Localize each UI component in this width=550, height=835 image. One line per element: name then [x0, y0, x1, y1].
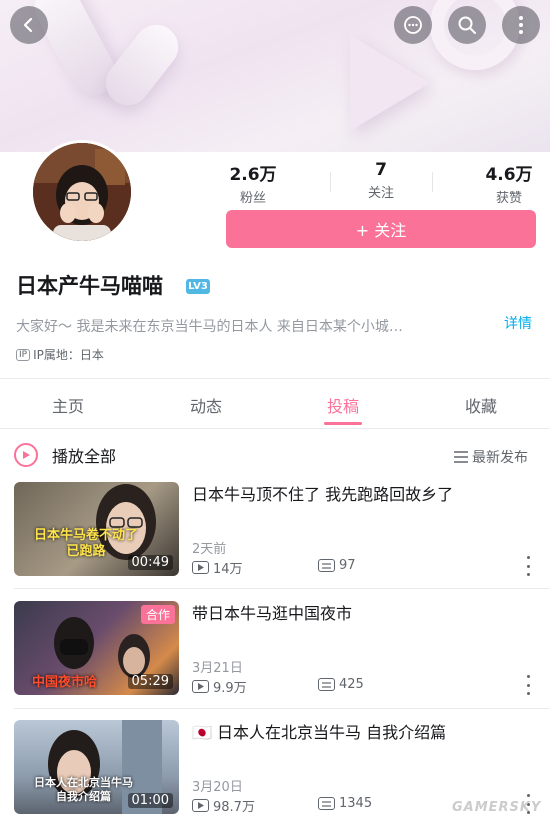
stat-value: 2.6万	[229, 165, 277, 185]
video-danmu: 425	[318, 677, 364, 692]
tab-uploads[interactable]: 投稿	[303, 393, 383, 417]
username: 日本产牛马喵喵	[16, 274, 163, 298]
level-badge: LV3	[186, 279, 210, 294]
video-plays: 14万	[192, 558, 243, 577]
danmu-icon	[318, 678, 335, 691]
collab-badge: 合作	[140, 605, 175, 624]
video-plays: 9.9万	[192, 677, 247, 696]
more-icon	[519, 16, 523, 34]
stat-following[interactable]: 7 关注	[326, 160, 436, 201]
divider	[14, 588, 550, 589]
video-duration: 00:49	[127, 555, 173, 570]
play-count-icon	[192, 799, 209, 812]
video-thumbnail[interactable]: 合作 中国夜市哈 05:29	[14, 601, 179, 695]
video-danmu: 97	[318, 558, 356, 573]
video-duration: 05:29	[127, 674, 173, 689]
video-more-icon[interactable]	[524, 556, 532, 576]
play-count: 14万	[213, 562, 243, 577]
detail-link[interactable]: 详情	[504, 313, 532, 333]
bio-text: 大家好～ 我是未来在东京当牛马的日本人 来自日本某个小城…	[16, 319, 403, 335]
search-icon	[458, 16, 476, 34]
thumbnail-caption: 日本牛马卷不动了 已跑路	[34, 528, 139, 559]
more-button[interactable]	[502, 6, 540, 44]
ip-text: IP属地：日本	[33, 348, 104, 362]
message-icon	[404, 16, 422, 34]
play-icon	[14, 443, 38, 467]
avatar[interactable]	[30, 140, 134, 244]
thumbnail-caption: 日本人在北京当牛马 自我介绍篇	[34, 776, 133, 803]
stat-value: 4.6万	[485, 165, 533, 185]
tab-indicator	[324, 422, 362, 425]
video-item[interactable]: 合作 中国夜市哈 05:29 带日本牛马逛中国夜市 3月21日 9.9万 425	[0, 601, 550, 716]
play-count: 98.7万	[213, 800, 255, 815]
danmu-count: 425	[339, 677, 364, 692]
video-item[interactable]: 日本牛马卷不动了 已跑路 00:49 日本牛马顶不住了 我先跑路回故乡了 2天前…	[0, 482, 550, 597]
ip-location: IP IP属地：日本	[16, 346, 104, 363]
stat-fans[interactable]: 2.6万 粉丝	[198, 160, 308, 206]
danmu-count: 1345	[339, 796, 373, 811]
watermark: GAMERSKY	[452, 800, 542, 815]
message-button[interactable]	[394, 6, 432, 44]
video-title[interactable]: 🇯🇵 日本人在北京当牛马 自我介绍篇	[192, 722, 532, 744]
sort-icon	[454, 451, 468, 463]
divider	[0, 378, 550, 379]
tab-dynamic[interactable]: 动态	[166, 393, 246, 417]
stat-value: 7	[375, 160, 387, 180]
danmu-icon	[318, 797, 335, 810]
video-thumbnail[interactable]: 日本牛马卷不动了 已跑路 00:49	[14, 482, 179, 576]
video-date: 2天前	[192, 542, 227, 557]
play-all-button[interactable]: 播放全部	[14, 443, 116, 467]
sort-button[interactable]: 最新发布	[454, 447, 528, 467]
play-count-icon	[192, 561, 209, 574]
stat-likes[interactable]: 4.6万 获赞	[454, 160, 550, 206]
video-more-icon[interactable]	[524, 675, 532, 695]
stat-label: 粉丝	[239, 191, 266, 206]
video-date: 3月21日	[192, 661, 243, 676]
danmu-icon	[318, 559, 335, 572]
stat-label: 关注	[367, 186, 394, 201]
video-date: 3月20日	[192, 780, 243, 795]
tab-home[interactable]: 主页	[28, 393, 108, 417]
video-danmu: 1345	[318, 796, 372, 811]
video-duration: 01:00	[127, 793, 173, 808]
divider	[0, 428, 550, 429]
play-all-label: 播放全部	[52, 447, 117, 466]
video-thumbnail[interactable]: 日本人在北京当牛马 自我介绍篇 01:00	[14, 720, 179, 814]
back-arrow-icon	[23, 17, 33, 33]
thumbnail-caption: 中国夜市哈	[32, 675, 98, 690]
profile-stats: 2.6万 粉丝 7 关注 4.6万 获赞	[198, 160, 550, 206]
play-count: 9.9万	[213, 681, 247, 696]
danmu-count: 97	[339, 558, 356, 573]
tab-favorites[interactable]: 收藏	[441, 393, 521, 417]
video-title[interactable]: 带日本牛马逛中国夜市	[192, 603, 532, 625]
divider	[14, 708, 550, 709]
video-plays: 98.7万	[192, 796, 255, 815]
stat-label: 获赞	[495, 191, 522, 206]
ip-badge: IP	[16, 348, 31, 361]
play-count-icon	[192, 680, 209, 693]
video-title[interactable]: 日本牛马顶不住了 我先跑路回故乡了	[192, 484, 532, 506]
video-item[interactable]: 日本人在北京当牛马 自我介绍篇 01:00 🇯🇵 日本人在北京当牛马 自我介绍篇…	[0, 720, 550, 835]
follow-button[interactable]: + 关注	[226, 210, 536, 248]
search-button[interactable]	[448, 6, 486, 44]
back-button[interactable]	[10, 6, 48, 44]
sort-label: 最新发布	[472, 450, 528, 466]
